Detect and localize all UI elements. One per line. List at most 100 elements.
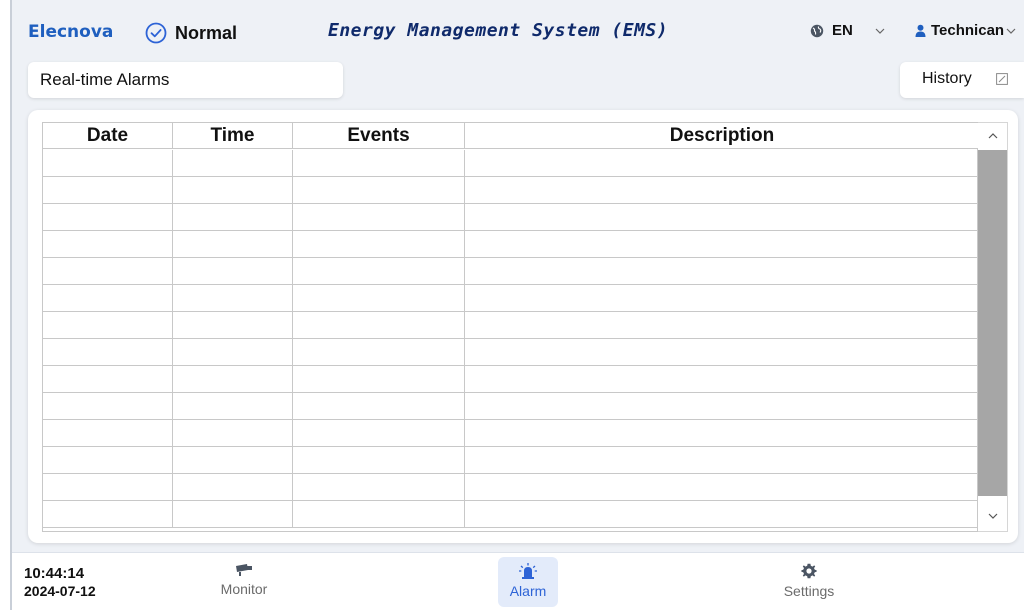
table-cell: [465, 447, 979, 473]
table-cell: [173, 150, 293, 176]
table-cell: [293, 285, 465, 311]
nav-settings[interactable]: Settings: [774, 557, 844, 607]
table-scrollbar[interactable]: [978, 122, 1008, 532]
table-cell: [43, 447, 173, 473]
table-cell: [465, 231, 979, 257]
table-cell: [43, 366, 173, 392]
table-row[interactable]: [43, 150, 979, 177]
table-cell: [173, 285, 293, 311]
column-header-events[interactable]: Events: [293, 123, 465, 149]
table-cell: [293, 447, 465, 473]
table-row[interactable]: [43, 177, 979, 204]
alarm-tabs: Real-time Alarms History: [12, 60, 1024, 100]
table-row[interactable]: [43, 312, 979, 339]
tab-history[interactable]: History: [900, 62, 1024, 98]
table-cell: [465, 312, 979, 338]
table-cell: [43, 177, 173, 203]
system-status: Normal: [145, 20, 237, 46]
camera-icon: [236, 564, 252, 576]
status-text: Normal: [175, 22, 238, 43]
table-cell: [293, 501, 465, 527]
brand-logo: Elecnova: [28, 22, 114, 42]
table-cell: [465, 366, 979, 392]
table-row[interactable]: [43, 339, 979, 366]
table-cell: [173, 366, 293, 392]
column-header-date[interactable]: Date: [43, 123, 173, 149]
table-row[interactable]: [43, 231, 979, 258]
clock-date: 2024-07-12: [24, 583, 96, 599]
nav-monitor[interactable]: Monitor: [208, 557, 280, 607]
page-title: Energy Management System (EMS): [328, 20, 669, 41]
table-cell: [43, 258, 173, 284]
table-cell: [293, 312, 465, 338]
ems-app: Elecnova Normal Energy Management System…: [12, 0, 1024, 610]
gear-icon: [801, 563, 817, 579]
table-cell: [293, 258, 465, 284]
table-cell: [293, 204, 465, 230]
table-cell: [293, 474, 465, 500]
table-cell: [43, 339, 173, 365]
table-cell: [173, 420, 293, 446]
table-cell: [465, 501, 979, 527]
table-body: [43, 150, 979, 528]
clock-time: 10:44:14: [24, 565, 85, 582]
table-cell: [173, 231, 293, 257]
table-cell: [293, 231, 465, 257]
column-header-description[interactable]: Description: [465, 123, 979, 149]
chevron-down-icon: [875, 28, 885, 34]
scroll-thumb[interactable]: [978, 150, 1007, 496]
alarm-table: Date Time Events Description: [42, 122, 979, 532]
table-cell: [293, 420, 465, 446]
bottom-nav-bar: 10:44:14 2024-07-12 Monitor Alarm Settin…: [12, 552, 1024, 610]
table-cell: [465, 420, 979, 446]
table-cell: [293, 339, 465, 365]
table-row[interactable]: [43, 366, 979, 393]
table-row[interactable]: [43, 501, 979, 528]
table-cell: [43, 150, 173, 176]
table-cell: [173, 339, 293, 365]
edit-square-icon: [995, 73, 1008, 85]
scroll-down-button[interactable]: [978, 501, 1007, 531]
table-cell: [173, 393, 293, 419]
chevron-down-icon: [1006, 28, 1016, 34]
table-cell: [43, 231, 173, 257]
user-menu[interactable]: Technican: [914, 22, 1016, 39]
table-row[interactable]: [43, 285, 979, 312]
table-row[interactable]: [43, 447, 979, 474]
tab-realtime-alarms[interactable]: Real-time Alarms: [28, 62, 343, 98]
table-cell: [465, 204, 979, 230]
scroll-up-button[interactable]: [978, 123, 1007, 149]
alarm-panel: Date Time Events Description: [28, 110, 1018, 543]
table-cell: [43, 204, 173, 230]
table-cell: [293, 177, 465, 203]
table-row[interactable]: [43, 420, 979, 447]
nav-settings-label: Settings: [783, 583, 835, 599]
table-row[interactable]: [43, 393, 979, 420]
table-cell: [43, 474, 173, 500]
chevron-down-icon: [988, 513, 997, 519]
header: Elecnova Normal Energy Management System…: [12, 0, 1024, 60]
table-cell: [43, 312, 173, 338]
table-cell: [293, 393, 465, 419]
language-selector[interactable]: EN: [810, 22, 885, 39]
table-cell: [173, 474, 293, 500]
table-header: Date Time Events Description: [43, 123, 979, 149]
check-circle-icon: [145, 22, 167, 44]
table-cell: [173, 501, 293, 527]
table-cell: [465, 339, 979, 365]
table-cell: [465, 474, 979, 500]
table-row[interactable]: [43, 204, 979, 231]
table-cell: [465, 177, 979, 203]
nav-alarm[interactable]: Alarm: [498, 557, 558, 607]
table-row[interactable]: [43, 474, 979, 501]
table-cell: [43, 420, 173, 446]
background-window-edge: [0, 0, 12, 610]
nav-monitor-label: Monitor: [220, 581, 268, 597]
table-row[interactable]: [43, 258, 979, 285]
table-cell: [43, 501, 173, 527]
table-cell: [465, 393, 979, 419]
chevron-up-icon: [988, 133, 997, 139]
table-cell: [173, 312, 293, 338]
column-header-time[interactable]: Time: [173, 123, 293, 149]
nav-alarm-label: Alarm: [509, 583, 547, 599]
